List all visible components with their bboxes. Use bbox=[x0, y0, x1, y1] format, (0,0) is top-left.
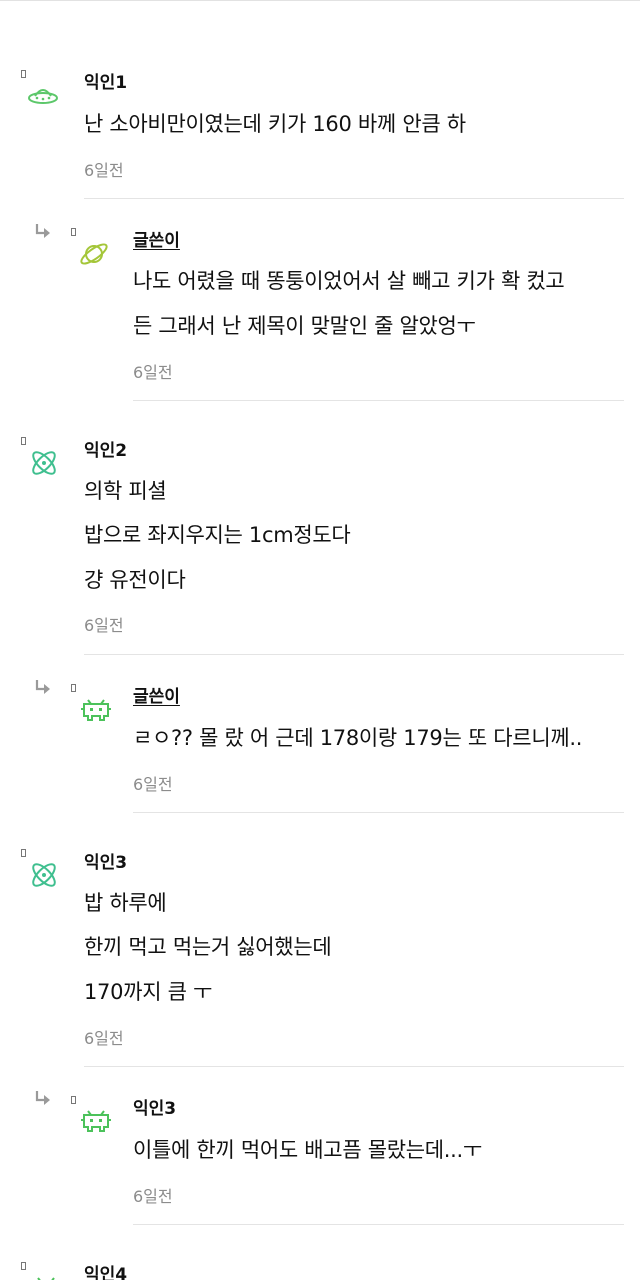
comment-text: 걍 유전이다 bbox=[84, 568, 186, 592]
comment-divider bbox=[133, 812, 624, 813]
reply-arrow-icon bbox=[34, 1090, 52, 1106]
comment-time: 6일전 bbox=[133, 1187, 173, 1206]
comment-time: 6일전 bbox=[84, 1029, 124, 1048]
comment-divider bbox=[133, 1224, 624, 1225]
space-invader-icon bbox=[78, 692, 114, 728]
space-invader-icon bbox=[78, 1103, 114, 1139]
comment-feed: 익인1 난 소아비만이였는데 키가 160 바께 안큼 하 6일전 글쓴이 나도… bbox=[0, 0, 640, 1280]
comment-time: 6일전 bbox=[84, 161, 124, 180]
comment-divider bbox=[84, 654, 624, 655]
comment-divider bbox=[133, 400, 624, 401]
comment-marker bbox=[21, 1262, 26, 1270]
comment-text: 난 소아비만이였는데 키가 160 바께 안큼 하 bbox=[84, 112, 466, 136]
comment-text: 의학 피셜 bbox=[84, 479, 167, 503]
comment-divider bbox=[84, 1066, 624, 1067]
comment-marker bbox=[21, 70, 26, 78]
comment-divider bbox=[84, 198, 624, 199]
ufo-icon bbox=[25, 78, 61, 114]
comment-marker bbox=[71, 228, 76, 236]
space-invader-icon bbox=[28, 1270, 64, 1280]
planet-icon bbox=[76, 236, 112, 272]
comment-marker bbox=[71, 1096, 76, 1104]
comment-time: 6일전 bbox=[133, 775, 173, 794]
comment-marker bbox=[71, 684, 76, 692]
comment-text: 이틀에 한끼 먹어도 배고픔 몰랐는데...ㅜ bbox=[133, 1138, 482, 1162]
comment-text: ㄹㅇ?? 몰 랐 어 근데 178이랑 179는 또 다르니께.. bbox=[133, 726, 583, 750]
comment-text: 밥으로 좌지우지는 1cm정도다 bbox=[84, 523, 351, 547]
comment-marker bbox=[21, 849, 26, 857]
comment-marker bbox=[21, 437, 26, 445]
comment-time: 6일전 bbox=[84, 616, 124, 635]
comment-author[interactable]: 익인1 bbox=[84, 68, 127, 93]
comment-author[interactable]: 글쓴이 bbox=[133, 682, 180, 707]
comment-text: 든 그래서 난 제목이 맞말인 줄 알았엉ㅜ bbox=[133, 314, 476, 338]
comment-author[interactable]: 익인3 bbox=[133, 1094, 176, 1119]
atom-icon bbox=[26, 445, 62, 481]
comment-text: 170까지 큼 ㅜ bbox=[84, 980, 213, 1004]
comment-text: 나도 어렸을 때 똥퉁이었어서 살 빼고 키가 확 컸고 bbox=[133, 269, 565, 293]
reply-arrow-icon bbox=[34, 679, 52, 695]
comment-author[interactable]: 익인3 bbox=[84, 848, 127, 873]
reply-arrow-icon bbox=[34, 223, 52, 239]
comment-text: 한끼 먹고 먹는거 싫어했는데 bbox=[84, 935, 332, 959]
comment-author[interactable]: 익인4 bbox=[84, 1260, 127, 1280]
comment-author[interactable]: 글쓴이 bbox=[133, 226, 180, 251]
comment-author[interactable]: 익인2 bbox=[84, 436, 127, 461]
comment-text: 밥 하루에 bbox=[84, 891, 167, 915]
atom-icon bbox=[26, 857, 62, 893]
comment-time: 6일전 bbox=[133, 363, 173, 382]
